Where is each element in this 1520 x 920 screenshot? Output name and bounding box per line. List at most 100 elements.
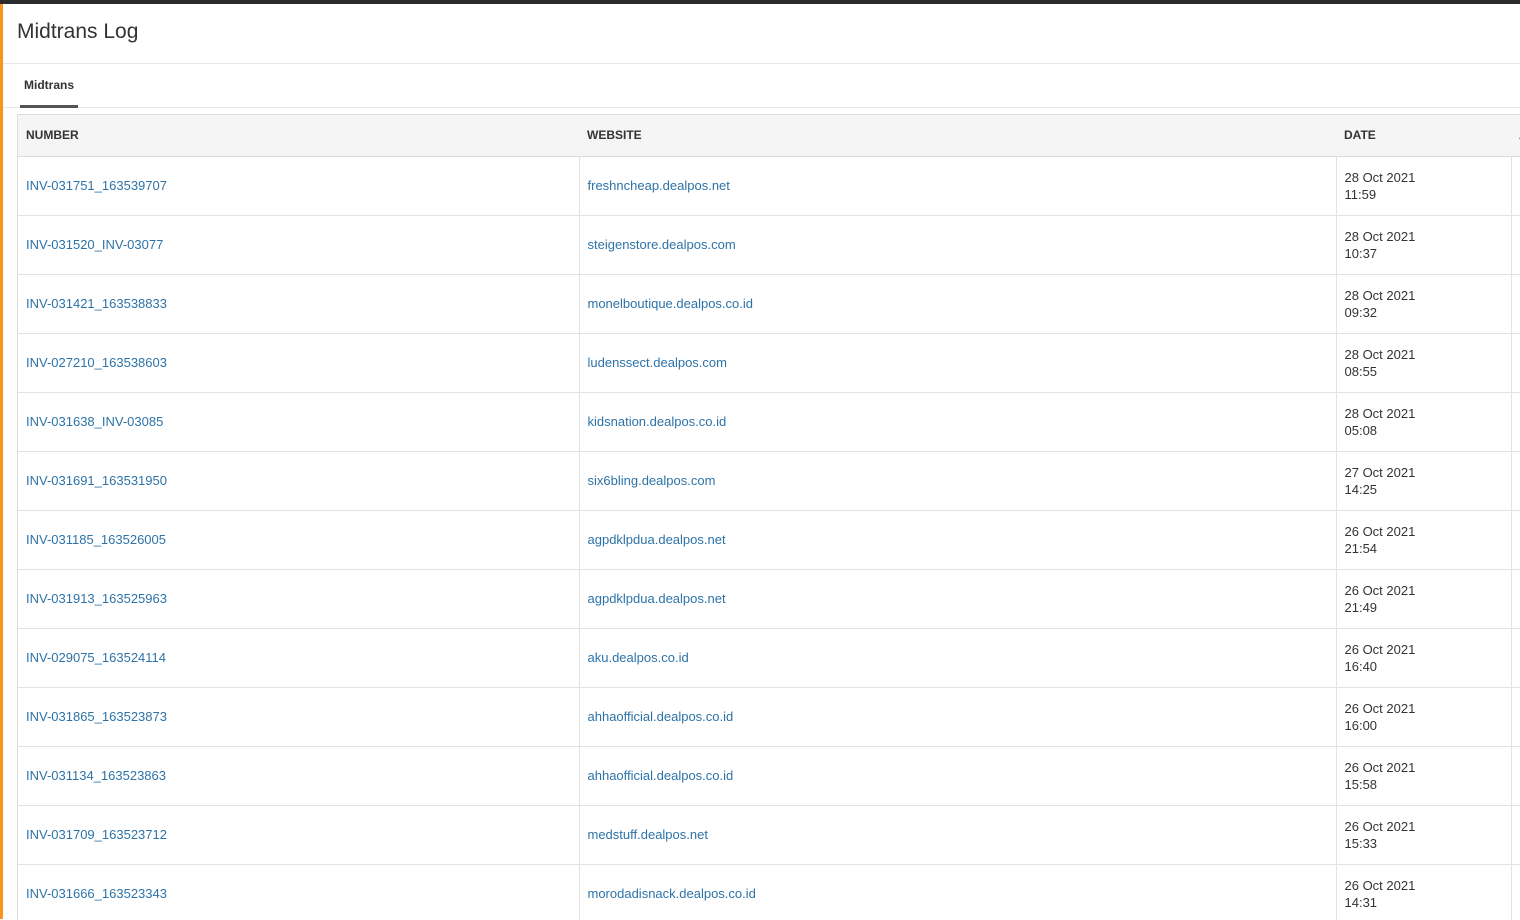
- website-link[interactable]: agpdklpdua.dealpos.net: [588, 591, 726, 606]
- date-cell: 28 Oct 2021 10:37: [1336, 215, 1512, 275]
- date-cell: 26 Oct 2021 15:58: [1336, 746, 1512, 806]
- website-link[interactable]: medstuff.dealpos.net: [588, 827, 708, 842]
- website-link[interactable]: aku.dealpos.co.id: [588, 650, 689, 665]
- date-text: 26 Oct 2021: [1344, 523, 1416, 539]
- date-cell: 26 Oct 2021 16:00: [1336, 687, 1512, 747]
- date-text: 28 Oct 2021: [1344, 287, 1416, 303]
- website-cell: agpdklpdua.dealpos.net: [579, 510, 1337, 570]
- extra-cell: [1511, 451, 1520, 511]
- column-header-extra[interactable]: A: [1511, 115, 1520, 157]
- invoice-number-link[interactable]: INV-031421_163538833: [26, 296, 167, 311]
- invoice-number-link[interactable]: INV-031913_163525963: [26, 591, 167, 606]
- number-cell: INV-031691_163531950: [18, 451, 580, 511]
- website-cell: freshncheap.dealpos.net: [579, 156, 1337, 216]
- time-text: 14:31: [1344, 894, 1378, 910]
- extra-cell: [1511, 805, 1520, 865]
- website-cell: ludenssect.dealpos.com: [579, 333, 1337, 393]
- time-text: 15:33: [1344, 835, 1378, 851]
- extra-cell: [1511, 333, 1520, 393]
- date-text: 26 Oct 2021: [1344, 582, 1416, 598]
- website-link[interactable]: morodadisnack.dealpos.co.id: [588, 886, 756, 901]
- date-text: 26 Oct 2021: [1344, 641, 1416, 657]
- invoice-number-link[interactable]: INV-031638_INV-03085: [26, 414, 163, 429]
- table-row: INV-031520_INV-03077 steigenstore.dealpos…: [18, 215, 1520, 275]
- number-cell: INV-031709_163523712: [18, 805, 580, 865]
- date-cell: 26 Oct 2021 14:31: [1336, 864, 1512, 920]
- table-row: INV-031691_163531950 six6bling.dealpos.co…: [18, 451, 1520, 511]
- website-link[interactable]: ludenssect.dealpos.com: [588, 355, 727, 370]
- time-text: 21:49: [1344, 599, 1378, 615]
- date-text: 26 Oct 2021: [1344, 759, 1416, 775]
- extra-cell: [1511, 215, 1520, 275]
- number-cell: INV-031520_INV-03077: [18, 215, 580, 275]
- website-cell: six6bling.dealpos.com: [579, 451, 1337, 511]
- website-cell: steigenstore.dealpos.com: [579, 215, 1337, 275]
- website-link[interactable]: monelboutique.dealpos.co.id: [588, 296, 754, 311]
- time-text: 09:32: [1344, 304, 1378, 320]
- extra-cell: [1511, 156, 1520, 216]
- website-link[interactable]: ahhaofficial.dealpos.co.id: [588, 709, 734, 724]
- date-text: 26 Oct 2021: [1344, 818, 1416, 834]
- number-cell: INV-031638_INV-03085: [18, 392, 580, 452]
- column-header-website[interactable]: WEBSITE: [579, 115, 1336, 157]
- accent-stripe: [0, 4, 3, 919]
- time-text: 21:54: [1344, 540, 1378, 556]
- date-cell: 26 Oct 2021 21:49: [1336, 569, 1512, 629]
- extra-cell: [1511, 569, 1520, 629]
- extra-cell: [1511, 274, 1520, 334]
- website-link[interactable]: kidsnation.dealpos.co.id: [588, 414, 727, 429]
- date-cell: 28 Oct 2021 08:55: [1336, 333, 1512, 393]
- table-row: INV-031421_163538833 monelboutique.dealpo…: [18, 274, 1520, 334]
- time-text: 10:37: [1344, 245, 1378, 261]
- date-cell: 28 Oct 2021 05:08: [1336, 392, 1512, 452]
- table-row: INV-031709_163523712 medstuff.dealpos.net…: [18, 805, 1520, 865]
- table-row: INV-031865_163523873 ahhaofficial.dealpos…: [18, 687, 1520, 747]
- time-text: 08:55: [1344, 363, 1378, 379]
- date-text: 26 Oct 2021: [1344, 877, 1416, 893]
- invoice-number-link[interactable]: INV-031666_163523343: [26, 886, 167, 901]
- website-link[interactable]: steigenstore.dealpos.com: [588, 237, 736, 252]
- time-text: 05:08: [1344, 422, 1378, 438]
- column-header-number[interactable]: NUMBER: [18, 115, 579, 157]
- website-link[interactable]: six6bling.dealpos.com: [588, 473, 716, 488]
- invoice-number-link[interactable]: INV-031134_163523863: [26, 768, 166, 783]
- number-cell: INV-031751_163539707: [18, 156, 580, 216]
- website-link[interactable]: agpdklpdua.dealpos.net: [588, 532, 726, 547]
- extra-cell: [1511, 628, 1520, 688]
- date-cell: 28 Oct 2021 09:32: [1336, 274, 1512, 334]
- table-row: INV-027210_163538603 ludenssect.dealpos.c…: [18, 333, 1520, 393]
- date-text: 27 Oct 2021: [1344, 464, 1416, 480]
- tab-bar: Midtrans: [3, 64, 1520, 108]
- extra-cell: [1511, 510, 1520, 570]
- invoice-number-link[interactable]: INV-029075_163524114: [26, 650, 166, 665]
- website-link[interactable]: freshncheap.dealpos.net: [588, 178, 730, 193]
- time-text: 15:58: [1344, 776, 1378, 792]
- website-cell: monelboutique.dealpos.co.id: [579, 274, 1337, 334]
- invoice-number-link[interactable]: INV-031709_163523712: [26, 827, 167, 842]
- number-cell: INV-027210_163538603: [18, 333, 580, 393]
- invoice-number-link[interactable]: INV-031691_163531950: [26, 473, 167, 488]
- date-cell: 26 Oct 2021 16:40: [1336, 628, 1512, 688]
- invoice-number-link[interactable]: INV-027210_163538603: [26, 355, 167, 370]
- invoice-number-link[interactable]: INV-031865_163523873: [26, 709, 167, 724]
- number-cell: INV-031421_163538833: [18, 274, 580, 334]
- table-row: INV-031666_163523343 morodadisnack.dealpo…: [18, 864, 1520, 920]
- column-header-date[interactable]: DATE: [1336, 115, 1511, 157]
- date-cell: 27 Oct 2021 14:25: [1336, 451, 1512, 511]
- time-text: 14:25: [1344, 481, 1378, 497]
- invoice-number-link[interactable]: INV-031185_163526005: [26, 532, 166, 547]
- number-cell: INV-031185_163526005: [18, 510, 580, 570]
- invoice-number-link[interactable]: INV-031751_163539707: [26, 178, 167, 193]
- date-text: 26 Oct 2021: [1344, 700, 1416, 716]
- number-cell: INV-031865_163523873: [18, 687, 580, 747]
- page-header: Midtrans Log: [3, 4, 1520, 64]
- number-cell: INV-031666_163523343: [18, 864, 580, 920]
- number-cell: INV-029075_163524114: [18, 628, 580, 688]
- invoice-number-link[interactable]: INV-031520_INV-03077: [26, 237, 163, 252]
- number-cell: INV-031913_163525963: [18, 569, 580, 629]
- website-link[interactable]: ahhaofficial.dealpos.co.id: [588, 768, 734, 783]
- tab-midtrans[interactable]: Midtrans: [20, 64, 79, 108]
- number-cell: INV-031134_163523863: [18, 746, 580, 806]
- website-cell: kidsnation.dealpos.co.id: [579, 392, 1337, 452]
- extra-cell: [1511, 864, 1520, 920]
